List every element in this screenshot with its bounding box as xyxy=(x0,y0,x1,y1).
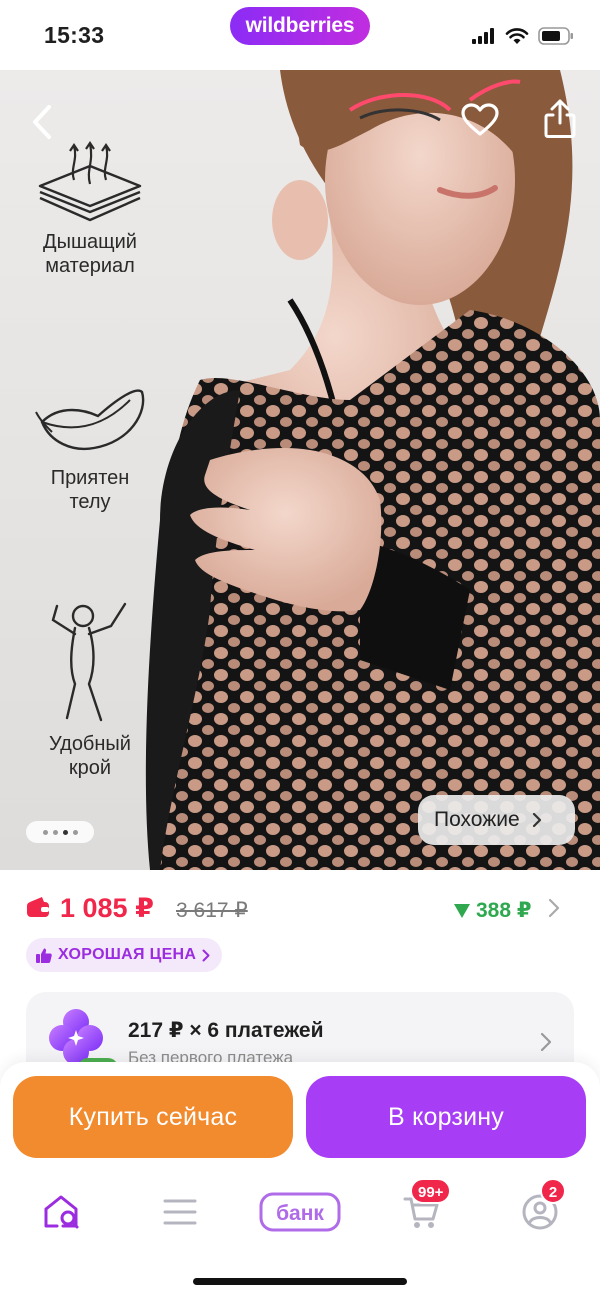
chevron-right-icon xyxy=(540,1032,552,1052)
status-bar: 15:33 wildberries xyxy=(0,0,600,70)
feature-label: Удобный крой xyxy=(49,733,131,779)
bottom-action-panel: Купить сейчас В корзину банк 99+ 2 xyxy=(0,1062,600,1298)
similar-button[interactable]: Похожие xyxy=(418,795,575,845)
good-price-label: ХОРОШАЯ ЦЕНА xyxy=(58,946,197,963)
brand-logo[interactable]: wildberries xyxy=(230,7,370,45)
dancing-person-icon xyxy=(51,602,127,722)
heart-icon xyxy=(461,103,499,136)
triangle-down-icon xyxy=(454,903,470,918)
cart-badge: 99+ xyxy=(410,1178,452,1204)
feature-breathable: Дышащий материал xyxy=(20,140,160,278)
feature-pleasant: Приятен телу xyxy=(20,382,160,514)
breathable-fabric-icon xyxy=(38,141,142,222)
chevron-right-icon[interactable] xyxy=(548,898,560,918)
thumbs-up-icon xyxy=(36,948,52,963)
carousel-dot xyxy=(42,829,48,835)
status-icons xyxy=(472,24,574,48)
cellular-signal-icon xyxy=(472,28,494,44)
similar-label: Похожие xyxy=(434,808,520,831)
tab-cart[interactable]: 99+ xyxy=(392,1178,452,1242)
installment-title: 217 ₽ × 6 платежей xyxy=(128,1019,324,1042)
home-indicator xyxy=(193,1278,407,1285)
share-button[interactable] xyxy=(536,94,584,144)
battery-icon xyxy=(538,27,573,45)
bank-label: банк xyxy=(276,1202,324,1225)
favorite-button[interactable] xyxy=(456,96,504,144)
feature-label: Приятен телу xyxy=(50,467,130,513)
feather-icon xyxy=(35,389,145,451)
tab-bank[interactable]: банк xyxy=(258,1182,342,1242)
feature-label: Дышащий материал xyxy=(43,231,137,277)
chevron-right-icon xyxy=(202,949,210,961)
wallet-icon xyxy=(27,897,49,917)
tab-home[interactable] xyxy=(32,1182,92,1242)
tab-catalog[interactable] xyxy=(150,1182,210,1242)
feature-comfortable: Удобный крой xyxy=(20,598,160,780)
carousel-dot-active xyxy=(62,829,68,835)
carousel-dot xyxy=(72,829,78,835)
cashback-value: 388 ₽ xyxy=(476,899,532,922)
profile-badge: 2 xyxy=(540,1178,566,1204)
chevron-right-icon xyxy=(532,812,541,828)
menu-icon xyxy=(163,1199,197,1225)
buy-now-button[interactable]: Купить сейчас xyxy=(13,1076,293,1158)
carousel-indicator xyxy=(26,821,94,843)
add-to-cart-button[interactable]: В корзину xyxy=(306,1076,586,1158)
product-gallery[interactable]: Дышащий материал Приятен телу Удобный кр… xyxy=(0,70,600,870)
price-row[interactable]: 1 085 ₽ 3 617 ₽ 388 ₽ xyxy=(0,888,600,932)
good-price-badge[interactable]: ХОРОШАЯ ЦЕНА xyxy=(26,938,223,972)
tab-profile[interactable]: 2 xyxy=(510,1178,570,1242)
back-button[interactable] xyxy=(20,100,64,144)
share-icon xyxy=(544,99,576,138)
tab-bar: банк 99+ 2 xyxy=(0,1178,600,1242)
cashback[interactable]: 388 ₽ xyxy=(454,898,531,923)
wifi-icon xyxy=(505,27,529,44)
carousel-dot xyxy=(52,829,58,835)
home-search-icon xyxy=(44,1195,79,1229)
price-old: 3 617 ₽ xyxy=(176,899,248,922)
status-time: 15:33 xyxy=(44,22,105,48)
bank-logo: банк xyxy=(259,1192,341,1232)
chevron-left-icon xyxy=(33,105,51,139)
price-current: 1 085 ₽ xyxy=(60,893,154,923)
